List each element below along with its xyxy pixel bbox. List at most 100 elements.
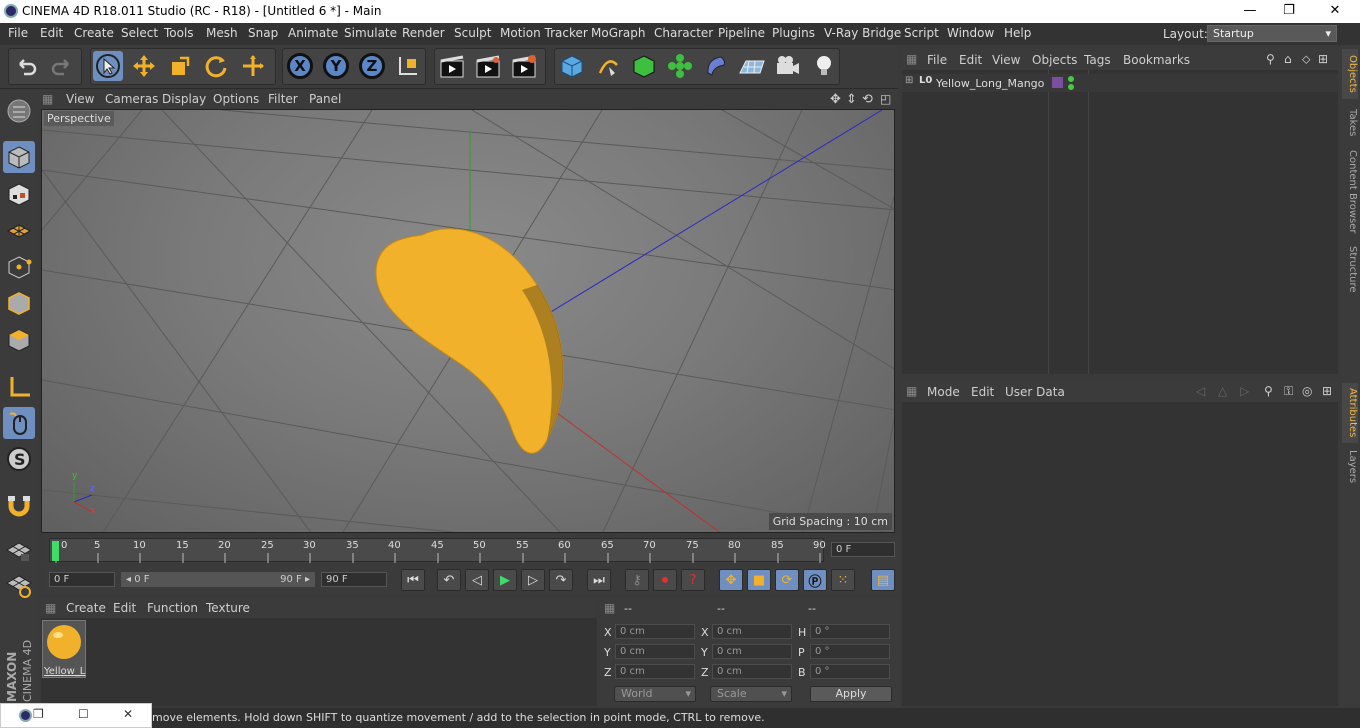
point-level-animation-button[interactable]: ⁙ <box>831 569 855 591</box>
back-arrow-icon[interactable]: ◁ <box>1196 384 1205 398</box>
object-row[interactable]: ⊞ L0 Yellow_Long_Mango <box>902 74 1338 92</box>
restore-icon[interactable]: ❐ <box>33 707 44 721</box>
new-panel-icon[interactable]: ⊞ <box>1322 384 1332 398</box>
position-y-field[interactable]: 0 cm <box>615 644 695 659</box>
menu-sculpt[interactable]: Sculpt <box>454 26 491 40</box>
rotation-key-button[interactable]: ⟳ <box>775 569 799 591</box>
time-ruler[interactable]: 0 5 10 15 20 25 30 35 40 45 50 55 60 65 … <box>49 538 826 563</box>
viewport-menu-options[interactable]: Options <box>213 92 259 106</box>
attributes-menu-mode[interactable]: Mode <box>927 385 960 399</box>
light-button[interactable] <box>809 51 839 81</box>
render-visibility-dot[interactable] <box>1068 84 1074 90</box>
maximize-icon[interactable]: ☐ <box>78 707 89 721</box>
material-menu-edit[interactable]: Edit <box>113 601 136 615</box>
previous-frame-button[interactable]: ◁ <box>465 569 489 591</box>
tab-objects[interactable]: Objects <box>1342 49 1358 99</box>
parameter-key-button[interactable]: Ⓟ <box>803 569 827 591</box>
up-arrow-icon[interactable]: △ <box>1218 384 1227 398</box>
rotate-tool-button[interactable] <box>201 51 231 81</box>
menu-create[interactable]: Create <box>74 26 114 40</box>
forward-arrow-icon[interactable]: ▷ <box>1240 384 1249 398</box>
close-button[interactable]: ✕ <box>1320 2 1350 20</box>
viewport-rotate-icon[interactable]: ⟲ <box>862 92 873 107</box>
menu-mograph[interactable]: MoGraph <box>591 26 646 40</box>
material-menu-create[interactable]: Create <box>66 601 106 615</box>
editor-visibility-dot[interactable] <box>1068 76 1074 82</box>
coordinate-system-button[interactable] <box>393 51 423 81</box>
y-axis-lock-button[interactable]: Y <box>321 51 351 81</box>
viewport-menu-filter[interactable]: Filter <box>268 92 298 106</box>
viewport-maximize-icon[interactable]: ◰ <box>880 92 891 106</box>
menu-animate[interactable]: Animate <box>288 26 338 40</box>
menu-vray-bridge[interactable]: V-Ray Bridge <box>824 26 901 40</box>
menu-tools[interactable]: Tools <box>164 26 194 40</box>
material-menu-function[interactable]: Function <box>147 601 198 615</box>
next-keyframe-button[interactable]: ↷ <box>549 569 573 591</box>
attributes-menu-user-data[interactable]: User Data <box>1005 385 1065 399</box>
edges-mode-button[interactable] <box>3 287 35 319</box>
menu-help[interactable]: Help <box>1004 26 1031 40</box>
planar-workplane-button[interactable] <box>3 569 35 601</box>
apply-button[interactable]: Apply <box>810 686 892 702</box>
objects-menu-tags[interactable]: Tags <box>1084 53 1111 67</box>
tab-takes[interactable]: Takes <box>1342 105 1358 141</box>
play-button[interactable]: ▶ <box>493 569 517 591</box>
tweak-mode-button[interactable] <box>3 407 35 439</box>
size-z-field[interactable]: 0 cm <box>712 664 792 679</box>
record-active-objects-button[interactable]: ⚷ <box>625 569 649 591</box>
object-axis-button[interactable] <box>3 371 35 403</box>
model-mode-button[interactable] <box>3 141 35 173</box>
viewport-menu-cameras[interactable]: Cameras <box>105 92 158 106</box>
undo-button[interactable] <box>11 51 41 81</box>
viewport-move-icon[interactable]: ✥ <box>830 92 841 107</box>
lock-icon[interactable]: ⚿ <box>1284 384 1293 399</box>
deformer-button[interactable] <box>701 51 731 81</box>
menu-character[interactable]: Character <box>654 26 713 40</box>
texture-mode-button[interactable] <box>3 178 35 210</box>
material-menu-texture[interactable]: Texture <box>206 601 250 615</box>
position-x-field[interactable]: 0 cm <box>615 624 695 639</box>
rotation-b-field[interactable]: 0 ° <box>810 664 890 679</box>
go-to-start-button[interactable]: ⏮ <box>401 569 425 591</box>
menu-snap[interactable]: Snap <box>248 26 278 40</box>
floor-button[interactable] <box>737 51 767 81</box>
viewport-menu-panel[interactable]: Panel <box>309 92 341 106</box>
size-y-field[interactable]: 0 cm <box>712 644 792 659</box>
rotation-h-field[interactable]: 0 ° <box>810 624 890 639</box>
close-icon[interactable]: ✕ <box>123 707 133 721</box>
restore-button[interactable]: ❐ <box>1274 2 1304 20</box>
yellow-long-mango-model[interactable] <box>375 228 564 454</box>
menu-simulate[interactable]: Simulate <box>344 26 397 40</box>
material-thumbnail[interactable]: Yellow_L <box>42 620 86 678</box>
search-icon[interactable]: ⚲ <box>1264 384 1273 398</box>
objects-menu-bookmarks[interactable]: Bookmarks <box>1123 53 1190 67</box>
render-to-picture-viewer-button[interactable] <box>473 51 503 81</box>
live-selection-button[interactable] <box>93 51 123 81</box>
menu-edit[interactable]: Edit <box>40 26 63 40</box>
tab-structure[interactable]: Structure <box>1342 243 1358 295</box>
preview-range-slider[interactable]: ◂ 0 F 90 F ▸ <box>121 572 315 587</box>
camera-button[interactable] <box>773 51 803 81</box>
playhead[interactable] <box>52 541 59 561</box>
polygons-mode-button[interactable] <box>3 324 35 356</box>
move-tool-button[interactable] <box>129 51 159 81</box>
objects-menu-view[interactable]: View <box>992 53 1020 67</box>
tab-layers[interactable]: Layers <box>1342 449 1358 485</box>
rotation-p-field[interactable]: 0 ° <box>810 644 890 659</box>
menu-plugins[interactable]: Plugins <box>772 26 815 40</box>
tab-attributes[interactable]: Attributes <box>1342 383 1358 443</box>
magnet-button[interactable] <box>3 489 35 521</box>
points-mode-button[interactable] <box>3 251 35 283</box>
transform-tool-button[interactable] <box>238 51 268 81</box>
menu-render[interactable]: Render <box>402 26 445 40</box>
end-frame-field[interactable]: 90 F <box>321 572 387 587</box>
3d-viewport[interactable]: y z x Perspective Grid Spacing : 10 cm <box>41 109 895 533</box>
workplane-mode-button[interactable] <box>3 214 35 246</box>
position-key-button[interactable]: ✥ <box>719 569 743 591</box>
subdivision-surface-button[interactable] <box>629 51 659 81</box>
keyframe-selection-button[interactable]: ? <box>681 569 705 591</box>
new-panel-icon[interactable]: ⊞ <box>1318 52 1328 66</box>
search-icon[interactable]: ⚲ <box>1266 52 1275 66</box>
minimize-button[interactable]: — <box>1235 2 1265 20</box>
redo-button[interactable] <box>47 51 77 81</box>
